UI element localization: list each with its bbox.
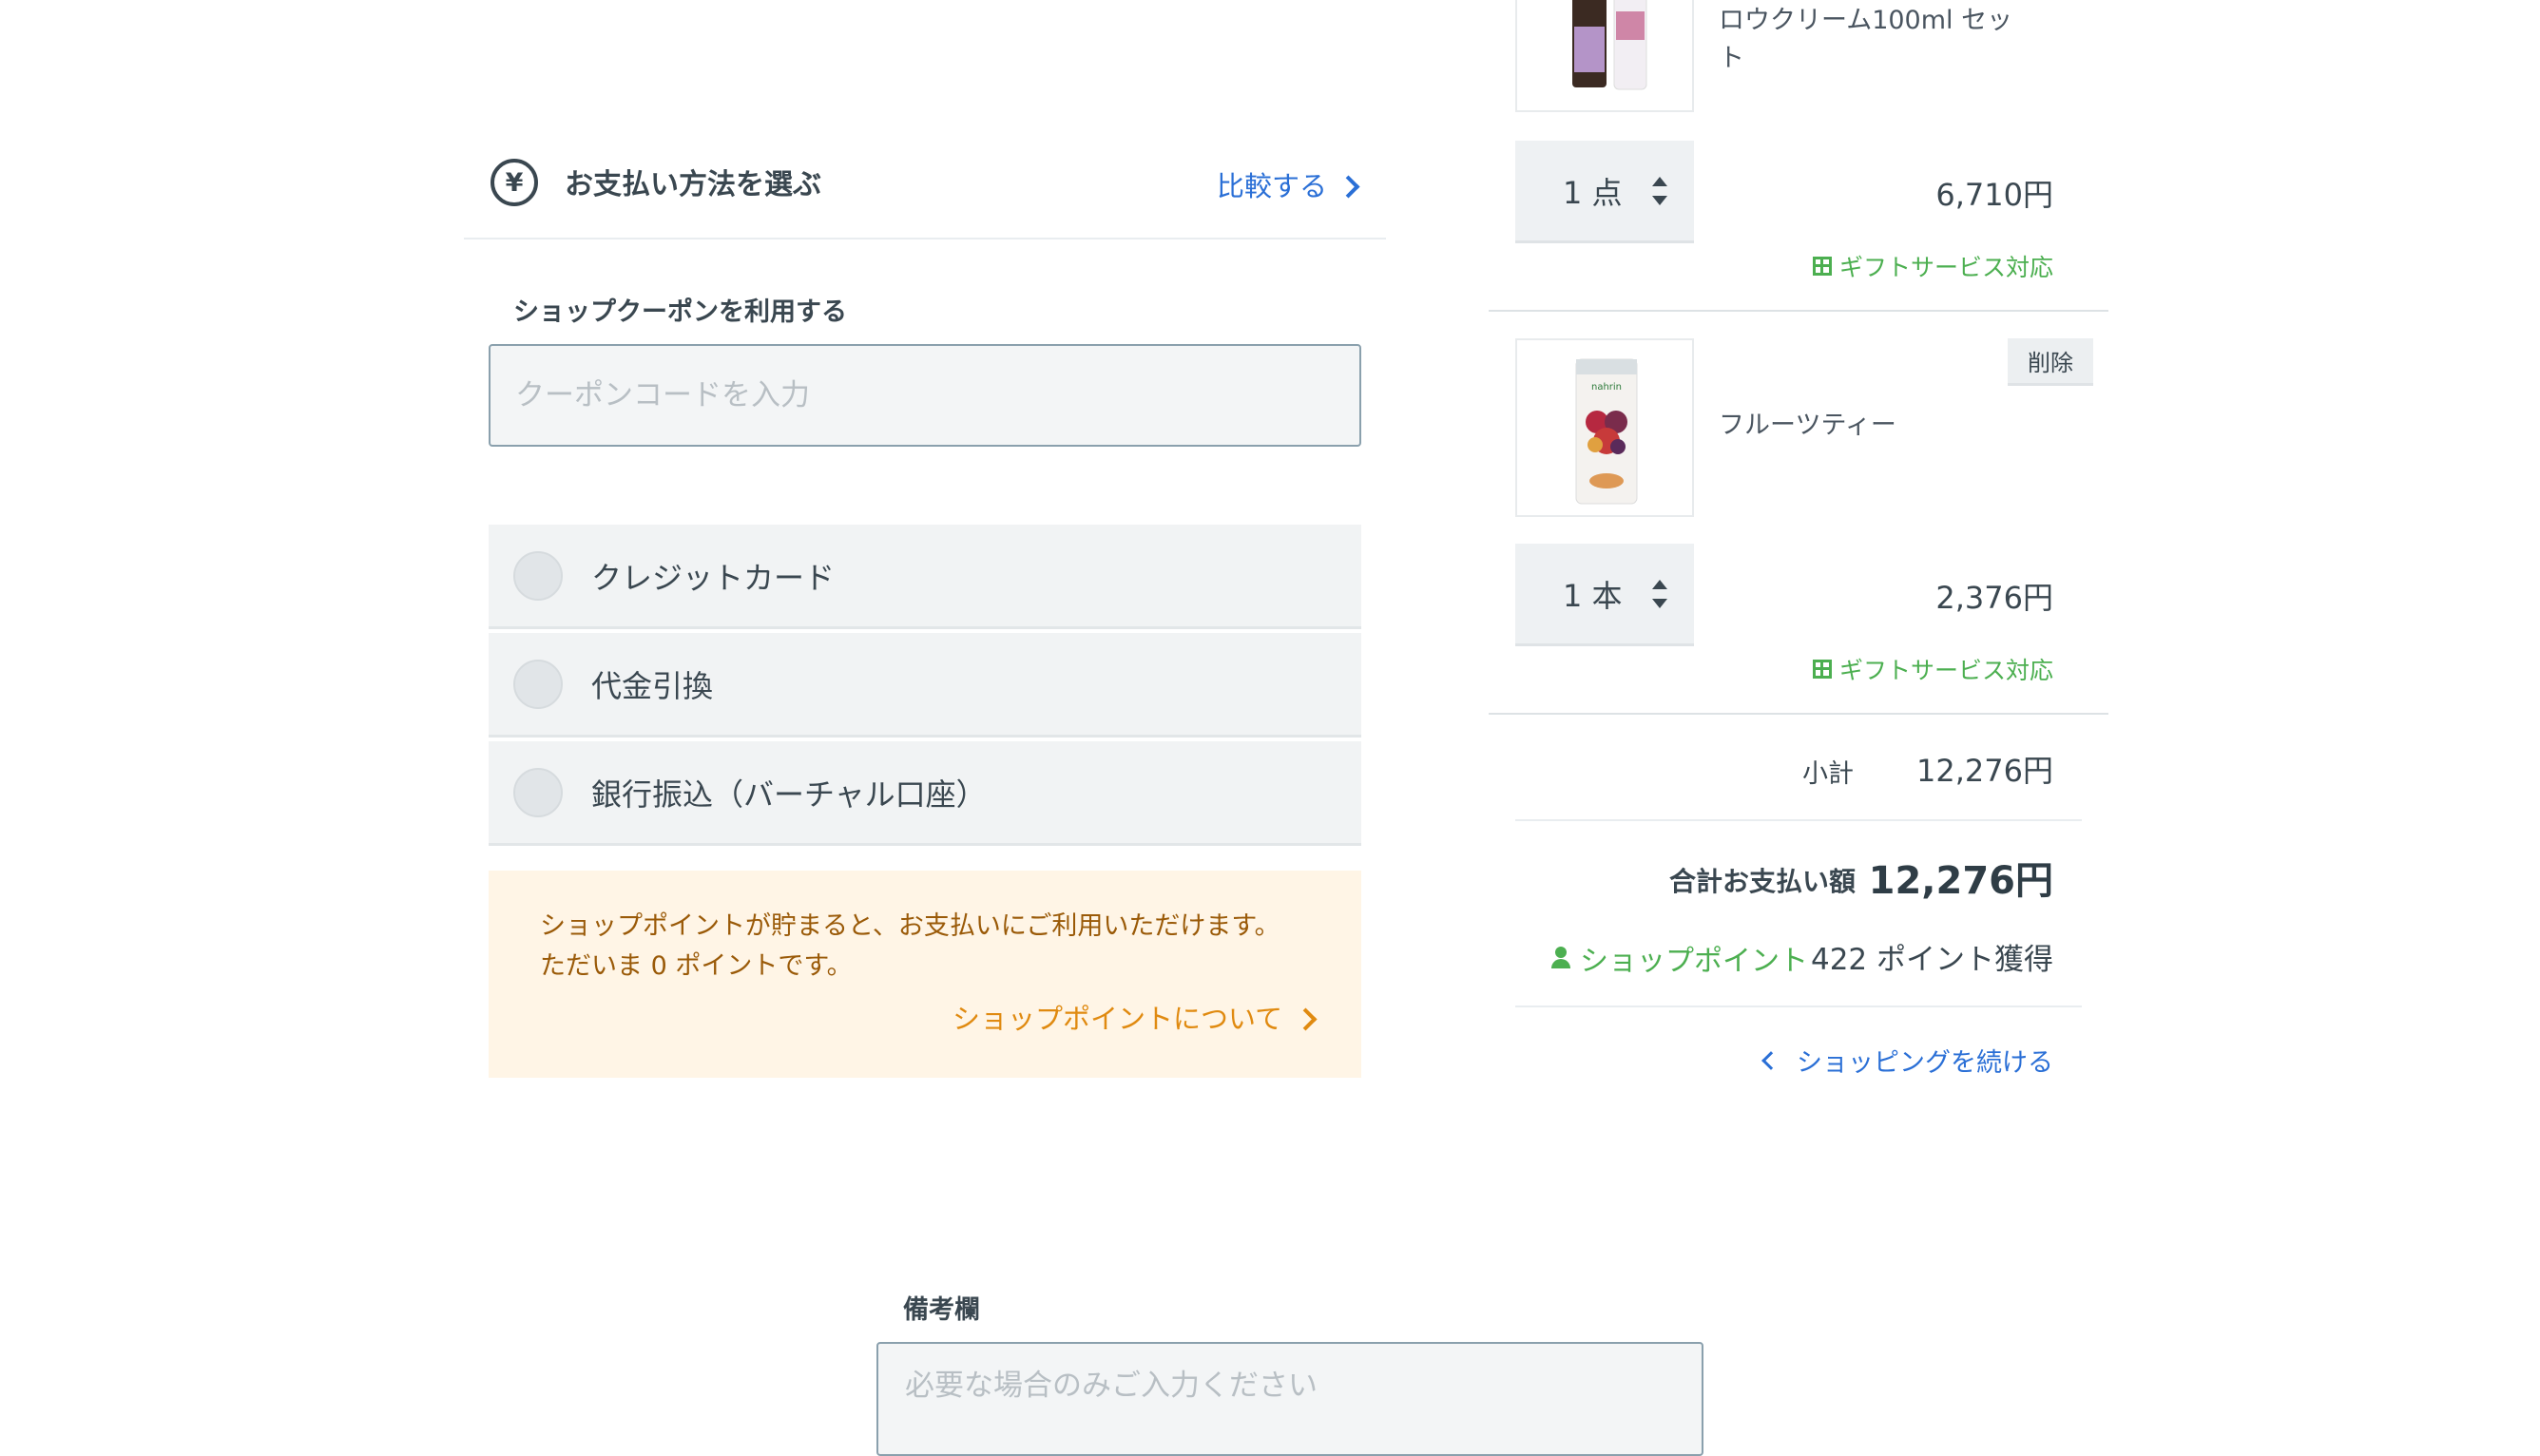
divider — [1489, 310, 2108, 312]
radio-button[interactable] — [513, 767, 563, 817]
total-value: 12,276円 — [1868, 859, 2053, 903]
item-price: 6,710円 — [1935, 177, 2053, 213]
continue-shopping-link[interactable]: ショッピングを続ける — [1761, 1042, 2053, 1079]
subtotal-value: 12,276円 — [1916, 753, 2053, 789]
shop-point-message-line: ショップポイントが貯まると、お支払いにご利用いただけます。 — [540, 911, 1280, 941]
subtotal-label: 小計 — [1802, 759, 1854, 789]
gift-service-badge: ギフトサービス対応 — [1812, 652, 2053, 686]
divider — [1489, 713, 2108, 715]
product-image-cream-set[interactable] — [1515, 0, 1694, 112]
gift-icon — [1812, 660, 1832, 679]
item-price: 2,376円 — [1935, 580, 2053, 616]
coupon-code-input[interactable] — [489, 344, 1361, 447]
product-image-fruit-tea[interactable]: nahrin — [1515, 338, 1694, 517]
payment-option-cod[interactable]: 代金引換 — [489, 633, 1361, 738]
chevron-right-icon — [1337, 174, 1360, 199]
product-name: ロウクリーム100ml セッ ト — [1719, 2, 2012, 78]
quantity-value: 1 本 — [1563, 577, 1623, 614]
divider — [1515, 1006, 2082, 1007]
gift-service-label: ギフトサービス対応 — [1838, 657, 2053, 684]
product-name-line: ロウクリーム100ml セッ — [1719, 6, 2013, 35]
person-icon — [1551, 947, 1570, 969]
shop-point-message-line: ただいま 0 ポイントです。 — [540, 951, 853, 981]
gift-service-label: ギフトサービス対応 — [1838, 254, 2053, 281]
shop-point-about-label: ショップポイントについて — [952, 1003, 1283, 1035]
chevron-right-icon — [1294, 1006, 1318, 1031]
quantity-select[interactable]: 1 点 — [1515, 141, 1694, 243]
gift-icon — [1812, 257, 1832, 276]
sort-arrows-icon — [1650, 580, 1669, 610]
shop-point-label: ショップポイント — [1551, 937, 1808, 979]
shop-point-about-link[interactable]: ショップポイントについて — [952, 1000, 1318, 1038]
payment-section-title: お支払い方法を選ぶ — [565, 168, 821, 201]
radio-button[interactable] — [513, 550, 563, 601]
payment-option-label: クレジットカード — [591, 559, 836, 596]
product-name: フルーツティー — [1719, 411, 1896, 440]
yen-icon: ¥ — [491, 159, 538, 206]
shop-point-label-text: ショップポイント — [1580, 945, 1808, 978]
sort-arrows-icon — [1650, 177, 1669, 207]
divider — [1515, 819, 2082, 821]
payment-option-credit-card[interactable]: クレジットカード — [489, 525, 1361, 629]
notes-label: 備考欄 — [903, 1295, 980, 1325]
gift-service-badge: ギフトサービス対応 — [1812, 249, 2053, 283]
continue-shopping-label: ショッピングを続ける — [1797, 1048, 2053, 1078]
svg-text:nahrin: nahrin — [1591, 382, 1622, 393]
coupon-label: ショップクーポンを利用する — [513, 297, 847, 327]
payment-option-bank-transfer[interactable]: 銀行振込（バーチャル口座） — [489, 741, 1361, 846]
compare-link[interactable]: 比較する — [1217, 167, 1360, 205]
total-label: 合計お支払い額 — [1669, 866, 1857, 897]
radio-button[interactable] — [513, 659, 563, 709]
product-name-line: ト — [1719, 44, 1744, 73]
chevron-left-icon — [1761, 1050, 1780, 1070]
quantity-value: 1 点 — [1563, 174, 1623, 211]
compare-link-label: 比較する — [1217, 170, 1328, 202]
payment-option-label: 銀行振込（バーチャル口座） — [591, 776, 987, 813]
shop-point-earned: 422 ポイント獲得 — [1810, 943, 2053, 977]
payment-option-label: 代金引換 — [591, 667, 714, 704]
delete-item-button[interactable]: 削除 — [2008, 338, 2093, 386]
quantity-select[interactable]: 1 本 — [1515, 544, 1694, 646]
shop-point-message: ショップポイントが貯まると、お支払いにご利用いただけます。 ただいま 0 ポイン… — [540, 907, 1280, 987]
notes-textarea[interactable] — [876, 1342, 1703, 1456]
